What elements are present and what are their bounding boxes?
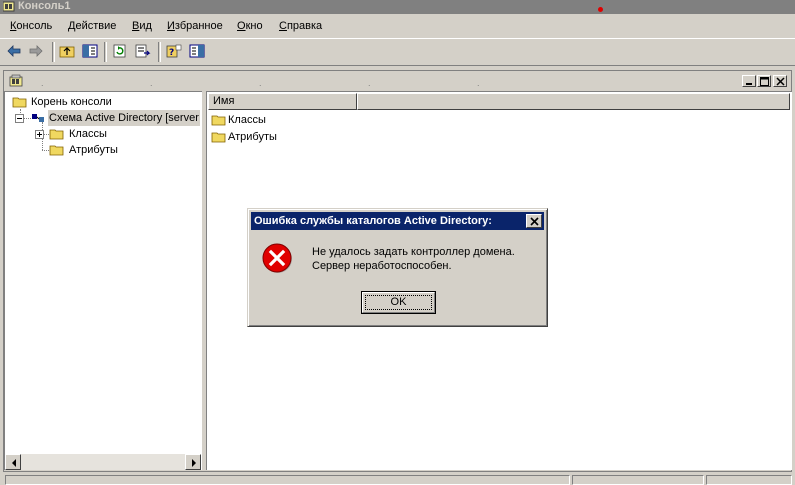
- menu-favorites[interactable]: Избранное: [167, 20, 223, 32]
- mmc-app-icon: [2, 1, 15, 12]
- dialog-close-button[interactable]: [526, 214, 542, 228]
- help-icon[interactable]: ?: [164, 43, 184, 61]
- forward-arrow-icon[interactable]: [26, 43, 46, 61]
- window-title: Консоль1: [18, 0, 71, 12]
- ok-button[interactable]: OK: [361, 291, 436, 314]
- dialog-title-bar[interactable]: Ошибка службы каталогов Active Directory…: [251, 212, 544, 230]
- menu-console[interactable]: Консоль: [10, 20, 52, 32]
- list-item-label: Классы: [228, 114, 266, 126]
- console-root-icon: [9, 74, 23, 90]
- tree-item-label: Атрибуты: [69, 144, 118, 156]
- status-bar: [0, 474, 795, 485]
- ad-schema-icon: [31, 112, 47, 129]
- tree-item-attributes[interactable]: Атрибуты: [49, 142, 199, 158]
- menu-view[interactable]: Вид: [132, 20, 152, 32]
- menu-window[interactable]: Окно: [237, 20, 263, 32]
- back-arrow-icon[interactable]: [4, 43, 24, 61]
- scroll-right-button[interactable]: [185, 454, 201, 470]
- status-panel-main: [5, 475, 570, 485]
- red-dot-mark: [598, 7, 603, 12]
- error-dialog: Ошибка службы каталогов Active Directory…: [247, 208, 548, 327]
- error-message-line-2: Сервер неработоспособен.: [312, 260, 452, 272]
- tree-connector: [42, 150, 49, 151]
- list-item-classes[interactable]: Классы: [211, 112, 311, 128]
- error-message-line-1: Не удалось задать контроллер домена.: [312, 246, 515, 258]
- tree-item-label: Классы: [69, 128, 107, 140]
- child-close-button[interactable]: [773, 75, 787, 87]
- show-action-pane-icon[interactable]: [187, 43, 207, 61]
- status-panel-2: [572, 475, 704, 485]
- ok-button-label: OK: [390, 296, 407, 308]
- error-icon: [261, 242, 293, 277]
- toolbar-separator: [158, 42, 161, 62]
- menu-help[interactable]: Справка: [279, 20, 322, 32]
- refresh-icon[interactable]: [110, 43, 130, 61]
- column-header-empty[interactable]: [357, 93, 790, 110]
- collapse-icon[interactable]: [15, 114, 24, 123]
- child-minimize-button[interactable]: [742, 75, 756, 87]
- tree-horizontal-scrollbar[interactable]: [5, 454, 201, 470]
- tree-item-classes[interactable]: Классы: [49, 126, 199, 142]
- toolbar-separator: [104, 42, 107, 62]
- export-list-icon[interactable]: [133, 43, 153, 61]
- svg-text:?: ?: [169, 48, 174, 58]
- child-title-bar[interactable]: . . . . .: [5, 72, 790, 90]
- console-tree-pane[interactable]: Корень консоли Схема Active Directory [s…: [4, 91, 202, 470]
- expand-icon[interactable]: [35, 130, 44, 139]
- tree-item-label: Схема Active Directory [server: [48, 110, 200, 126]
- child-title-faded-text: . . . . .: [41, 78, 532, 88]
- toolbar: ?: [0, 38, 795, 66]
- tree-item-console-root[interactable]: Корень консоли: [10, 94, 200, 110]
- tree-item-label: Корень консоли: [31, 96, 112, 108]
- folder-icon: [49, 144, 65, 161]
- tree-item-ad-schema[interactable]: Схема Active Directory [server: [31, 110, 201, 126]
- list-item-attributes[interactable]: Атрибуты: [211, 129, 311, 145]
- show-hide-tree-icon[interactable]: [80, 43, 100, 61]
- child-maximize-button[interactable]: [757, 75, 771, 87]
- up-folder-icon[interactable]: [57, 43, 77, 61]
- dialog-title: Ошибка службы каталогов Active Directory…: [254, 215, 492, 227]
- list-item-label: Атрибуты: [228, 131, 277, 143]
- folder-icon: [211, 131, 227, 148]
- tree-connector: [24, 118, 31, 119]
- toolbar-separator: [52, 42, 55, 62]
- status-panel-3: [706, 475, 792, 485]
- scroll-left-button[interactable]: [5, 454, 21, 470]
- column-header-name[interactable]: Имя: [208, 93, 357, 110]
- menu-bar: Консоль Действие Вид Избранное Окно Спра…: [0, 16, 795, 38]
- menu-action[interactable]: Действие: [68, 20, 116, 32]
- main-title-bar[interactable]: Консоль1: [0, 0, 795, 14]
